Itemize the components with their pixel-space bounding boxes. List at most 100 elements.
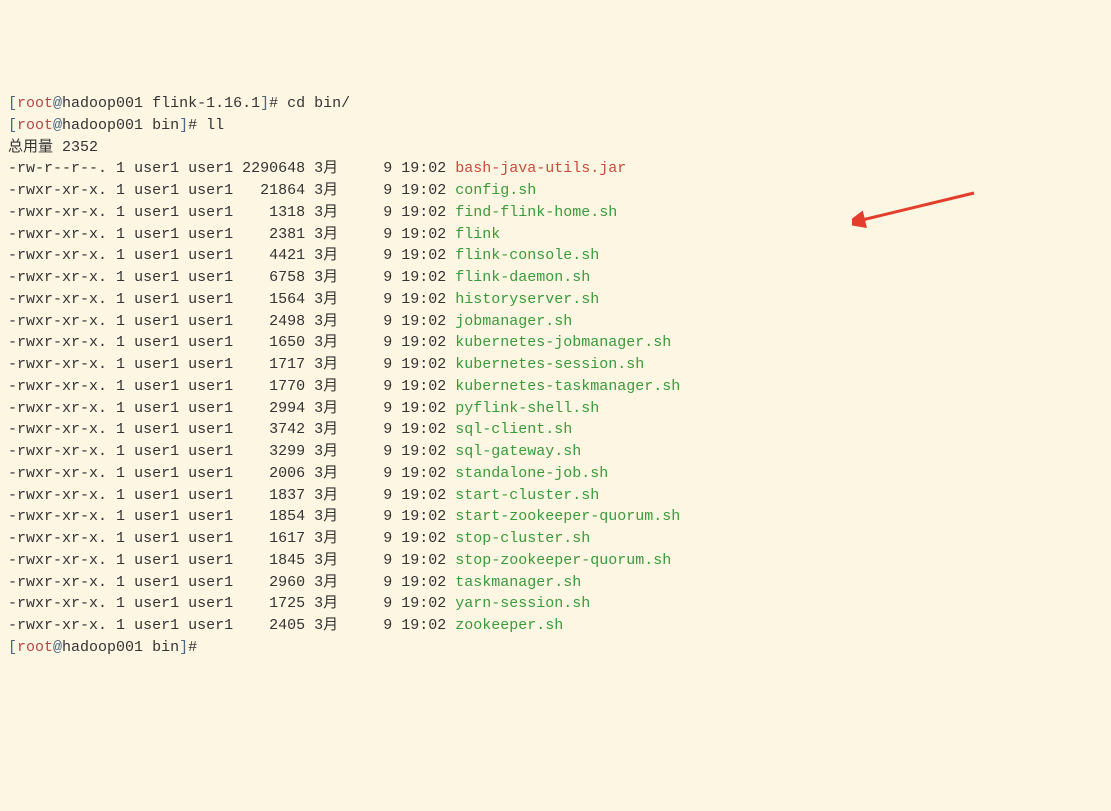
file-owner: user1 [134,400,179,417]
file-size: 2498 [242,313,305,330]
file-permissions: -rwxr-xr-x. [8,508,107,525]
file-month: 3月 [314,356,338,373]
file-size: 2381 [242,226,305,243]
file-name: config.sh [455,182,536,199]
file-size: 2006 [242,465,305,482]
file-month: 3月 [314,595,338,612]
file-day: 9 [356,465,392,482]
file-name: stop-zookeeper-quorum.sh [455,552,671,569]
file-time: 19:02 [401,552,446,569]
file-name: historyserver.sh [455,291,599,308]
file-permissions: -rwxr-xr-x. [8,269,107,286]
file-row: -rwxr-xr-x. 1 user1 user1 2994 3月 9 19:0… [8,398,1103,420]
file-size: 21864 [242,182,305,199]
file-group: user1 [188,443,233,460]
file-name: kubernetes-jobmanager.sh [455,334,671,351]
file-group: user1 [188,334,233,351]
prompt-host: hadoop001 [62,117,143,134]
file-links: 1 [116,552,125,569]
file-row: -rwxr-xr-x. 1 user1 user1 1770 3月 9 19:0… [8,376,1103,398]
file-month: 3月 [314,443,338,460]
file-time: 19:02 [401,291,446,308]
file-group: user1 [188,291,233,308]
file-row: -rwxr-xr-x. 1 user1 user1 2960 3月 9 19:0… [8,572,1103,594]
file-time: 19:02 [401,160,446,177]
file-owner: user1 [134,595,179,612]
file-time: 19:02 [401,334,446,351]
file-links: 1 [116,247,125,264]
file-size: 2405 [242,617,305,634]
file-owner: user1 [134,247,179,264]
file-time: 19:02 [401,313,446,330]
file-owner: user1 [134,552,179,569]
file-time: 19:02 [401,530,446,547]
file-row: -rwxr-xr-x. 1 user1 user1 2381 3月 9 19:0… [8,224,1103,246]
file-size: 2994 [242,400,305,417]
file-permissions: -rwxr-xr-x. [8,400,107,417]
file-group: user1 [188,400,233,417]
file-month: 3月 [314,313,338,330]
file-size: 1564 [242,291,305,308]
file-size: 1650 [242,334,305,351]
file-owner: user1 [134,574,179,591]
file-owner: user1 [134,487,179,504]
file-links: 1 [116,291,125,308]
file-name: find-flink-home.sh [455,204,617,221]
total-line: 总用量 2352 [8,137,1103,159]
file-links: 1 [116,465,125,482]
file-size: 3299 [242,443,305,460]
file-row: -rwxr-xr-x. 1 user1 user1 1837 3月 9 19:0… [8,485,1103,507]
file-month: 3月 [314,378,338,395]
file-time: 19:02 [401,269,446,286]
file-group: user1 [188,378,233,395]
file-name: stop-cluster.sh [455,530,590,547]
file-name: flink-console.sh [455,247,599,264]
file-time: 19:02 [401,182,446,199]
file-month: 3月 [314,334,338,351]
file-size: 4421 [242,247,305,264]
file-row: -rwxr-xr-x. 1 user1 user1 6758 3月 9 19:0… [8,267,1103,289]
file-day: 9 [356,617,392,634]
file-day: 9 [356,226,392,243]
file-owner: user1 [134,617,179,634]
prompt-user: root [17,117,53,134]
file-group: user1 [188,530,233,547]
file-links: 1 [116,182,125,199]
file-day: 9 [356,160,392,177]
file-day: 9 [356,552,392,569]
file-group: user1 [188,269,233,286]
file-day: 9 [356,334,392,351]
command-line: [root@hadoop001 flink-1.16.1]# cd bin/ [8,93,1103,115]
file-links: 1 [116,356,125,373]
file-day: 9 [356,247,392,264]
file-owner: user1 [134,204,179,221]
file-links: 1 [116,443,125,460]
file-group: user1 [188,552,233,569]
file-row: -rwxr-xr-x. 1 user1 user1 21864 3月 9 19:… [8,180,1103,202]
file-size: 1725 [242,595,305,612]
file-name: zookeeper.sh [455,617,563,634]
file-row: -rw-r--r--. 1 user1 user1 2290648 3月 9 1… [8,158,1103,180]
file-name: kubernetes-session.sh [455,356,644,373]
file-name: flink-daemon.sh [455,269,590,286]
file-time: 19:02 [401,204,446,221]
file-permissions: -rwxr-xr-x. [8,313,107,330]
file-time: 19:02 [401,226,446,243]
file-time: 19:02 [401,574,446,591]
file-permissions: -rwxr-xr-x. [8,247,107,264]
file-permissions: -rwxr-xr-x. [8,204,107,221]
prompt-cwd: bin [152,639,179,656]
file-permissions: -rwxr-xr-x. [8,291,107,308]
file-row: -rwxr-xr-x. 1 user1 user1 1725 3月 9 19:0… [8,593,1103,615]
file-size: 1845 [242,552,305,569]
file-row: -rwxr-xr-x. 1 user1 user1 1617 3月 9 19:0… [8,528,1103,550]
file-permissions: -rwxr-xr-x. [8,574,107,591]
file-group: user1 [188,160,233,177]
file-day: 9 [356,400,392,417]
file-name: kubernetes-taskmanager.sh [455,378,680,395]
terminal-output[interactable]: [root@hadoop001 flink-1.16.1]# cd bin/[r… [8,93,1103,659]
file-name: yarn-session.sh [455,595,590,612]
file-month: 3月 [314,247,338,264]
file-name: start-cluster.sh [455,487,599,504]
file-links: 1 [116,487,125,504]
